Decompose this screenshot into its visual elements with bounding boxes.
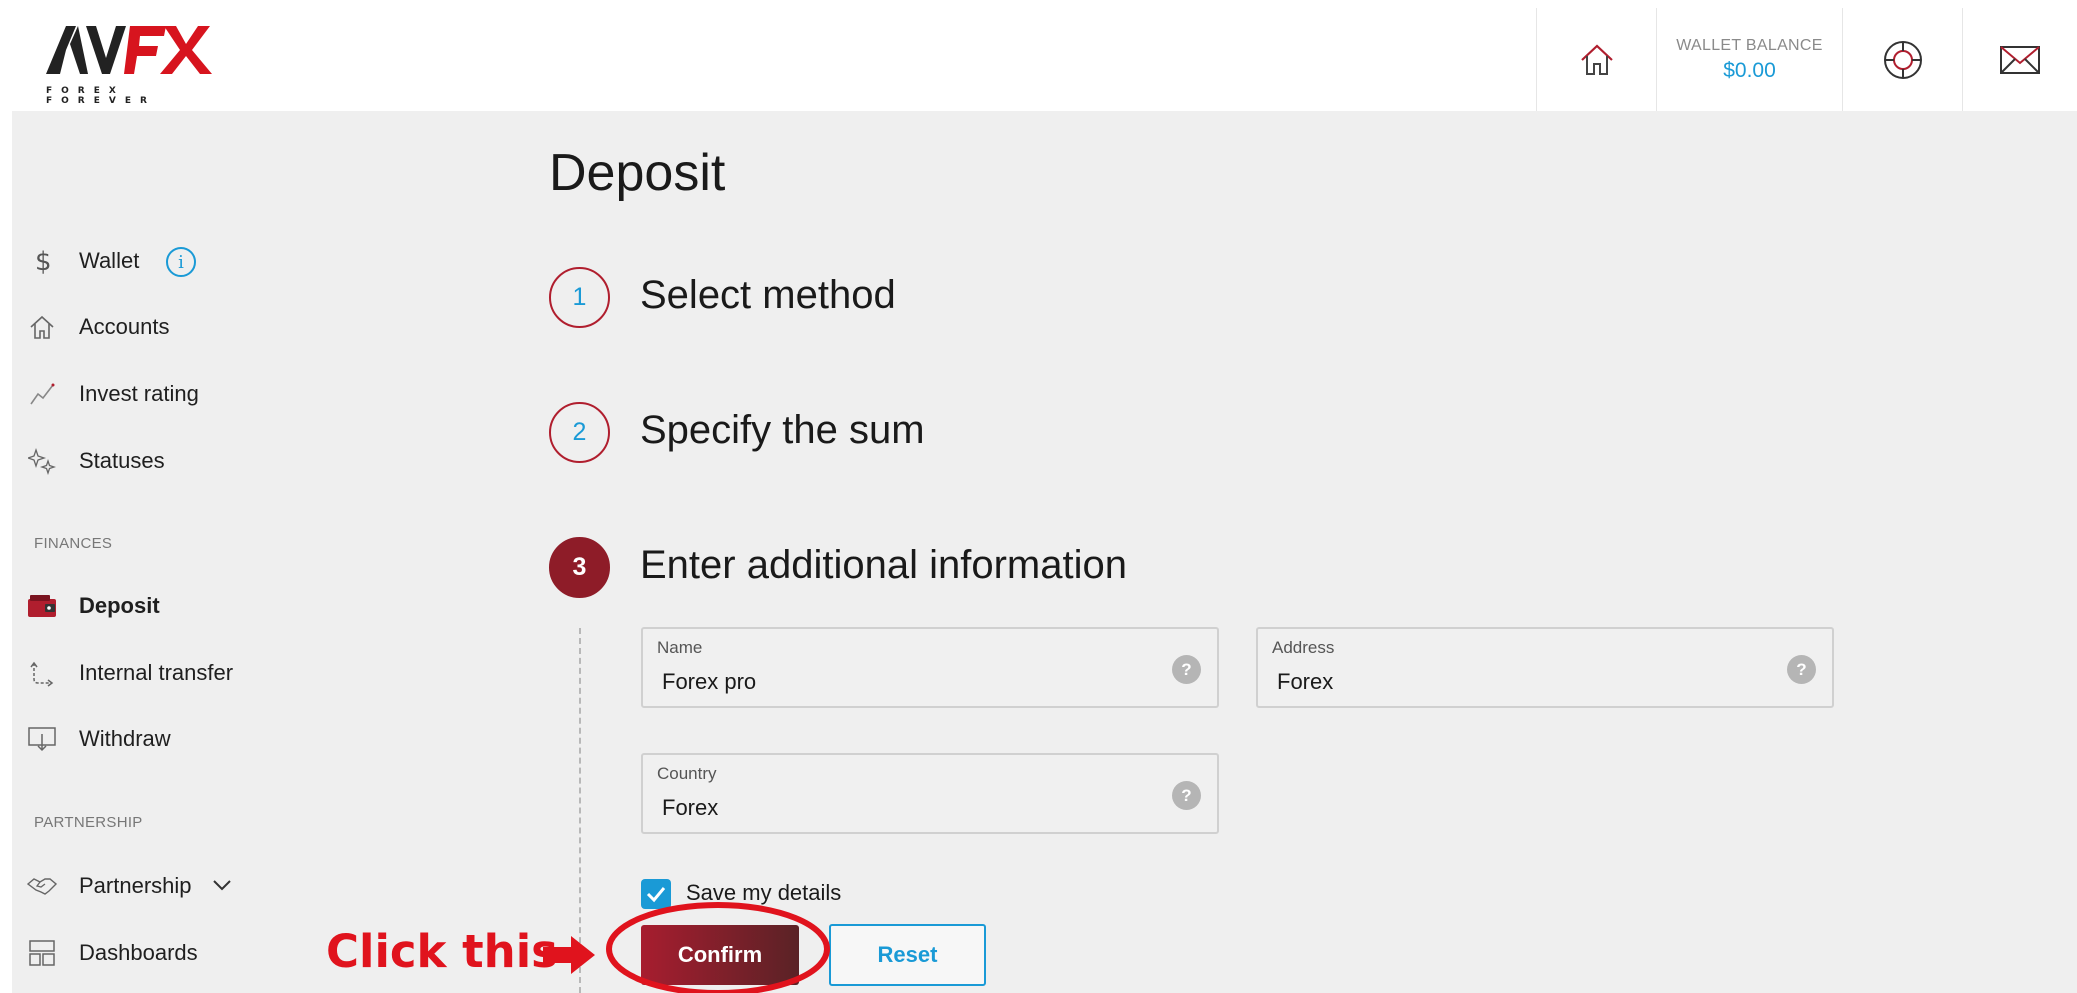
sidebar-item-label: Accounts [79, 314, 170, 339]
home-icon [1580, 43, 1613, 75]
sidebar-item-label: Dashboards [79, 940, 198, 965]
sidebar-item-statuses[interactable]: Statuses [27, 441, 165, 481]
dollar-icon: $ [27, 246, 57, 276]
chevron-down-icon[interactable] [211, 876, 233, 899]
sidebar-item-label: Invest rating [79, 381, 199, 406]
annotation-click-this: Click this [326, 925, 558, 978]
sidebar-item-accounts[interactable]: Accounts [27, 307, 170, 347]
avfx-logo[interactable]: FOREX FOREVER [40, 18, 225, 106]
sidebar-item-internal-transfer[interactable]: Internal transfer [27, 653, 233, 693]
step-3-title[interactable]: Enter additional information [640, 543, 1127, 588]
section-label-partnership: PARTNERSHIP [34, 814, 143, 831]
sidebar-item-label: Internal transfer [79, 660, 234, 685]
country-input[interactable] [662, 795, 1122, 821]
page-title: Deposit [549, 144, 726, 202]
address-field-label: Address [1272, 638, 1335, 657]
annotation-highlight-ellipse [606, 902, 830, 993]
wallet-info-icon[interactable]: i [166, 247, 196, 277]
logo-tagline: FOREX FOREVER [46, 86, 156, 106]
header-support-button[interactable] [1842, 8, 1962, 111]
wallet-balance-label: WALLET BALANCE [1676, 36, 1823, 54]
handshake-icon [27, 871, 57, 901]
name-field-label: Name [657, 638, 703, 657]
header-home-button[interactable] [1536, 8, 1656, 111]
sidebar-item-invest-rating[interactable]: Invest rating [27, 374, 199, 414]
wallet-balance-value: $0.00 [1723, 58, 1776, 82]
sidebar-item-label: Statuses [79, 448, 165, 473]
svg-text:$: $ [35, 247, 52, 276]
step-1-badge[interactable]: 1 [549, 267, 610, 328]
support-lifebuoy-icon [1883, 40, 1922, 79]
sidebar-item-label: Wallet [79, 248, 140, 273]
sidebar-item-label: Partnership [79, 873, 192, 898]
withdraw-icon [27, 724, 57, 754]
country-field[interactable]: Country ? [641, 753, 1219, 834]
mail-icon [2000, 45, 2040, 74]
avfx-logo-mark [46, 26, 212, 74]
sidebar-item-dashboards[interactable]: Dashboards [27, 933, 198, 973]
dashboard-icon [27, 938, 57, 968]
sparkles-icon [27, 446, 57, 476]
sidebar-item-label: Deposit [79, 593, 160, 618]
annotation-arrow-icon [543, 936, 595, 974]
sidebar-item-deposit[interactable]: Deposit [27, 586, 160, 626]
step-1-title[interactable]: Select method [640, 273, 896, 318]
sidebar-item-label: Withdraw [79, 726, 171, 751]
top-header: FOREX FOREVER WALLET BALANCE $0.00 [0, 0, 2077, 111]
name-field[interactable]: Name ? [641, 627, 1219, 708]
step-2-badge[interactable]: 2 [549, 402, 610, 463]
help-icon[interactable]: ? [1787, 655, 1816, 684]
sidebar-item-wallet[interactable]: $ Wallet [27, 241, 139, 281]
transfer-icon [27, 658, 57, 688]
step-3-badge[interactable]: 3 [549, 537, 610, 598]
help-icon[interactable]: ? [1172, 781, 1201, 810]
chart-line-icon [27, 379, 57, 409]
help-icon[interactable]: ? [1172, 655, 1201, 684]
reset-button[interactable]: Reset [829, 924, 986, 986]
address-field[interactable]: Address ? [1256, 627, 1834, 708]
address-input[interactable] [1277, 669, 1737, 695]
sidebar-item-partnership[interactable]: Partnership [27, 866, 231, 906]
section-label-finances: FINANCES [34, 535, 113, 552]
sidebar-item-withdraw[interactable]: Withdraw [27, 719, 171, 759]
header-wallet-balance[interactable]: WALLET BALANCE $0.00 [1656, 8, 1842, 111]
home-icon [27, 312, 57, 342]
step-2-title[interactable]: Specify the sum [640, 408, 925, 453]
header-mail-button[interactable] [1962, 8, 2077, 111]
country-field-label: Country [657, 764, 717, 783]
wallet-icon [27, 591, 57, 621]
name-input[interactable] [662, 669, 1122, 695]
